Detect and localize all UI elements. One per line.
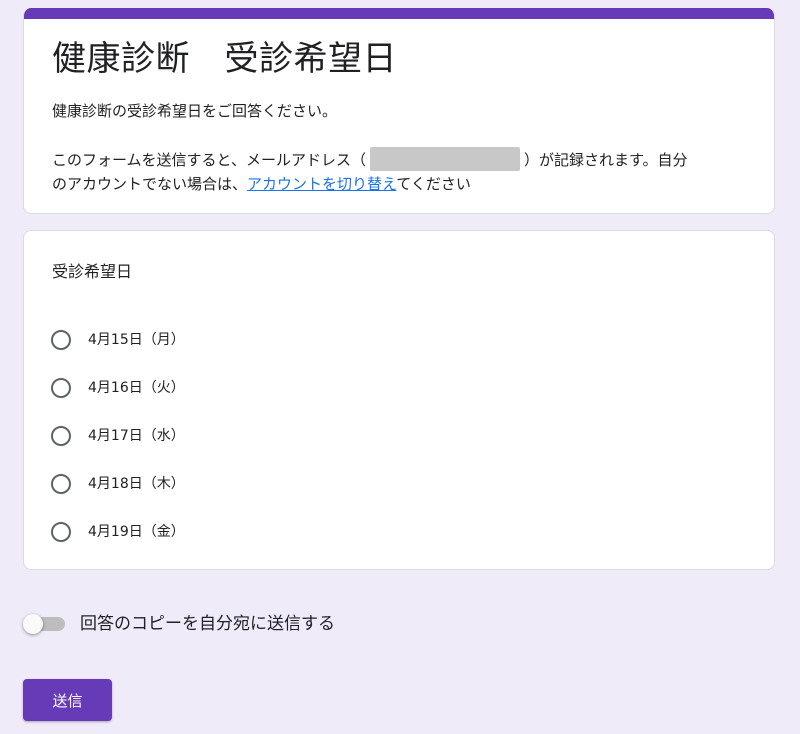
notice-text-3: のアカウントでない場合は、: [52, 175, 248, 193]
radio-option[interactable]: 4月16日（火）: [51, 364, 185, 412]
question-title: 受診希望日: [52, 262, 133, 281]
notice-text-4: てください: [396, 175, 471, 193]
radio-button[interactable]: [51, 378, 71, 398]
copy-toggle-row: 回答のコピーを自分宛に送信する: [23, 610, 335, 638]
notice-text-1: このフォームを送信すると、メールアドレス（: [52, 151, 366, 169]
radio-option[interactable]: 4月19日（金）: [51, 508, 185, 556]
option-label: 4月17日（水）: [88, 428, 185, 444]
option-label: 4月15日（月）: [88, 332, 185, 348]
form-header-card: 健康診断 受診希望日 健康診断の受診希望日をご回答ください。 このフォームを送信…: [23, 8, 775, 214]
option-label: 4月18日（木）: [88, 476, 185, 492]
radio-option[interactable]: 4月17日（水）: [51, 412, 185, 460]
question-card: 受診希望日 4月15日（月） 4月16日（火） 4月17日（水） 4月18日（木…: [23, 230, 775, 570]
send-copy-label: 回答のコピーを自分宛に送信する: [80, 614, 335, 634]
radio-button[interactable]: [51, 474, 71, 494]
radio-option[interactable]: 4月15日（月）: [51, 316, 185, 364]
send-copy-toggle[interactable]: [23, 610, 65, 638]
switch-account-link[interactable]: アカウントを切り替え: [247, 175, 396, 193]
email-notice: このフォームを送信すると、メールアドレス（ ）が記録されます。自分 のアカウントで…: [52, 147, 752, 196]
accent-bar: [24, 8, 774, 19]
toggle-thumb: [23, 614, 43, 634]
option-label: 4月19日（金）: [88, 524, 185, 540]
redacted-email: [369, 147, 520, 171]
option-label: 4月16日（火）: [88, 380, 185, 396]
radio-button[interactable]: [51, 426, 71, 446]
form-title: 健康診断 受診希望日: [52, 39, 397, 79]
radio-group: 4月15日（月） 4月16日（火） 4月17日（水） 4月18日（木） 4月19…: [51, 316, 185, 556]
notice-text-2: ）が記録されます。自分: [523, 151, 688, 169]
form-description: 健康診断の受診希望日をご回答ください。: [52, 102, 338, 120]
radio-button[interactable]: [51, 330, 71, 350]
radio-option[interactable]: 4月18日（木）: [51, 460, 185, 508]
submit-button[interactable]: 送信: [23, 679, 112, 721]
radio-button[interactable]: [51, 522, 71, 542]
